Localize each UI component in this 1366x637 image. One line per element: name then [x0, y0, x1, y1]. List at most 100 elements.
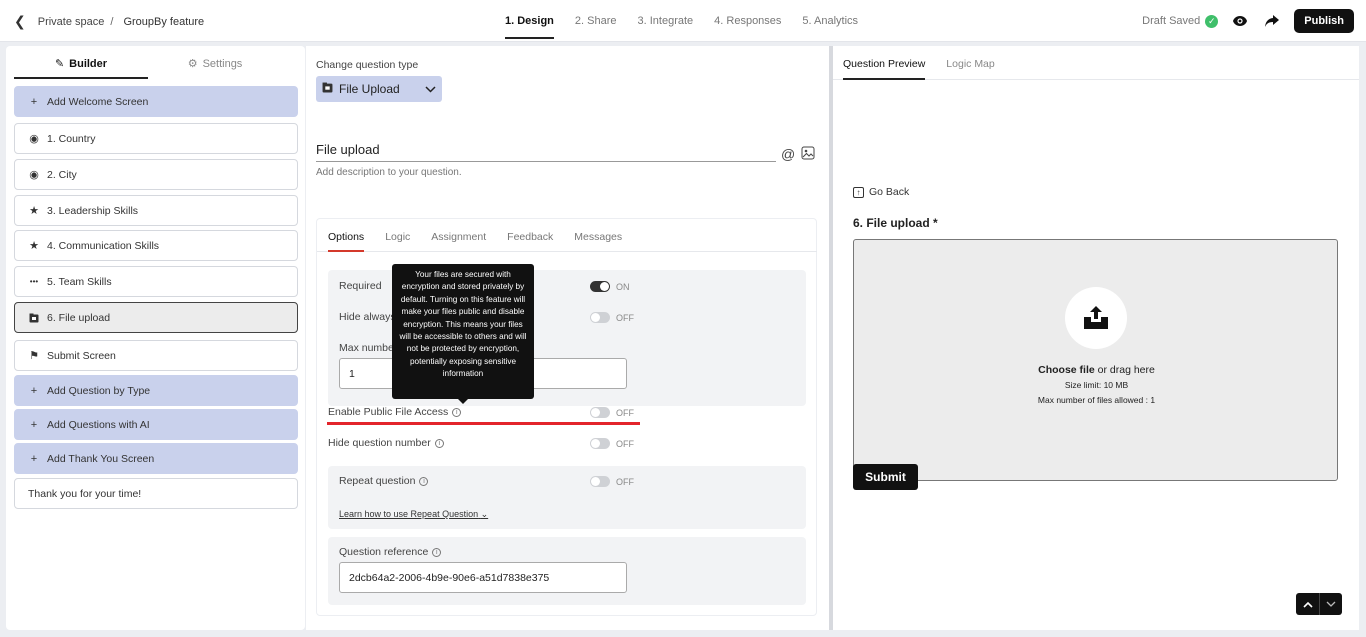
- add-by-type-label: Add Question by Type: [47, 384, 151, 397]
- hide-always-label-text: Hide always: [339, 311, 396, 323]
- question-title-input[interactable]: File upload: [316, 142, 776, 162]
- sidebar-item-label: 5. Team Skills: [47, 275, 112, 288]
- choose-file-line: Choose file or drag here: [854, 364, 1339, 376]
- sidebar-item-question-6[interactable]: 6. File upload: [14, 302, 298, 333]
- sidebar-item-question-4[interactable]: ★ 4. Communication Skills: [14, 230, 298, 261]
- gear-icon: ⚙: [187, 58, 198, 70]
- hide-always-toggle[interactable]: [590, 312, 610, 323]
- step-design[interactable]: 1. Design: [505, 0, 554, 42]
- step-share[interactable]: 2. Share: [575, 0, 617, 42]
- plus-icon: +: [30, 452, 38, 465]
- hide-number-state: OFF: [616, 439, 634, 449]
- info-icon[interactable]: i: [419, 476, 429, 486]
- add-questions-ai-button[interactable]: + Add Questions with AI: [14, 409, 298, 440]
- change-type-label: Change question type: [316, 59, 419, 71]
- info-icon[interactable]: i: [452, 407, 462, 417]
- sidebar-item-question-2[interactable]: ◉ 2. City: [14, 159, 298, 190]
- public-access-toggle[interactable]: [590, 407, 610, 418]
- breadcrumb-current: GroupBy feature: [123, 15, 205, 28]
- tab-question-preview[interactable]: Question Preview: [843, 46, 926, 80]
- repeat-toggle[interactable]: [590, 476, 610, 487]
- repeat-label: Repeat question i: [339, 475, 429, 487]
- question-description-input[interactable]: Add description to your question.: [316, 167, 462, 178]
- required-label: Required: [339, 280, 382, 292]
- sidebar-item-question-3[interactable]: ★ 3. Leadership Skills: [14, 195, 298, 226]
- add-thank-you-screen-button[interactable]: + Add Thank You Screen: [14, 443, 298, 474]
- question-type-value: File Upload: [339, 82, 400, 96]
- reference-input[interactable]: 2dcb64a2-2006-4b9e-90e6-a51d7838e375: [339, 562, 627, 593]
- tab-messages[interactable]: Messages: [574, 219, 622, 251]
- radio-icon: ◉: [29, 169, 39, 181]
- mention-at-icon[interactable]: @: [781, 146, 795, 163]
- add-with-ai-label: Add Questions with AI: [47, 418, 150, 431]
- preview-eye-icon[interactable]: [1230, 11, 1250, 31]
- chevron-down-icon[interactable]: [1319, 593, 1342, 615]
- editor-tabs: Options Logic Assignment Feedback Messag…: [317, 219, 817, 252]
- step-nav: 1. Design 2. Share 3. Integrate 4. Respo…: [505, 0, 879, 42]
- plus-icon: +: [30, 95, 38, 108]
- back-chevron-icon[interactable]: ❮: [14, 13, 26, 30]
- info-icon[interactable]: i: [434, 438, 444, 448]
- upload-icon: [1065, 287, 1127, 349]
- star-icon: ★: [29, 240, 39, 252]
- file-drop-zone[interactable]: Choose file or drag here Size limit: 10 …: [853, 239, 1338, 481]
- draft-status-text: Draft Saved: [1142, 15, 1201, 27]
- public-access-label: Enable Public File Access i: [328, 406, 462, 418]
- breadcrumb-separator: /: [110, 15, 114, 28]
- plus-icon: +: [30, 384, 38, 397]
- tab-logic-map[interactable]: Logic Map: [946, 46, 994, 79]
- draft-status: Draft Saved ✓: [1142, 14, 1219, 28]
- preview-tabs: Question Preview Logic Map: [833, 46, 1359, 80]
- repeat-learn-link[interactable]: Learn how to use Repeat Question ⌄: [339, 509, 488, 520]
- tab-options[interactable]: Options: [328, 219, 365, 252]
- max-number-label-text: Max number: [339, 342, 398, 354]
- breadcrumb-parent[interactable]: Private space: [38, 16, 105, 28]
- required-toggle[interactable]: [590, 281, 610, 292]
- tab-settings[interactable]: ⚙ Settings: [148, 54, 282, 79]
- question-type-select[interactable]: File Upload: [316, 76, 442, 102]
- submit-button[interactable]: Submit: [853, 464, 918, 490]
- plus-icon: +: [30, 418, 38, 431]
- sidebar-item-question-1[interactable]: ◉ 1. Country: [14, 123, 298, 154]
- header-actions: Draft Saved ✓ Publish: [1142, 9, 1354, 33]
- step-integrate[interactable]: 3. Integrate: [638, 0, 694, 42]
- publish-button[interactable]: Publish: [1294, 9, 1354, 33]
- sidebar-item-submit-screen[interactable]: ⚑ Submit Screen: [14, 340, 298, 371]
- edit-icon: ✎: [54, 58, 65, 70]
- chevron-up-icon[interactable]: [1296, 593, 1319, 615]
- hide-always-label: Hide always: [339, 311, 396, 323]
- size-limit-text: Size limit: 10 MB: [1064, 380, 1129, 390]
- go-back-button[interactable]: ↑ Go Back: [853, 186, 909, 198]
- radio-icon: ◉: [29, 133, 39, 145]
- sidebar-item-label: Submit Screen: [47, 349, 116, 362]
- tab-logic[interactable]: Logic: [385, 219, 410, 251]
- choose-file-link[interactable]: Choose file: [1038, 364, 1095, 376]
- sidebar-item-thank-you[interactable]: Thank you for your time!: [14, 478, 298, 509]
- sidebar-item-label: 6. File upload: [47, 311, 111, 324]
- hide-number-label-text: Hide question number: [328, 437, 431, 449]
- tab-feedback[interactable]: Feedback: [507, 219, 553, 251]
- preview-question-title: 6. File upload *: [853, 216, 938, 230]
- add-welcome-screen-button[interactable]: + Add Welcome Screen: [14, 86, 298, 117]
- chevron-down-icon: ⌄: [480, 509, 489, 519]
- share-arrow-icon[interactable]: [1262, 11, 1282, 31]
- check-circle-icon: ✓: [1205, 14, 1219, 28]
- breadcrumb: ❮ Private space / GroupBy feature: [14, 13, 204, 30]
- step-responses[interactable]: 4. Responses: [714, 0, 781, 42]
- tab-builder[interactable]: ✎ Builder: [14, 54, 148, 79]
- drag-text: or drag here: [1094, 364, 1155, 376]
- add-question-by-type-button[interactable]: + Add Question by Type: [14, 375, 298, 406]
- question-nav: [1296, 593, 1342, 615]
- step-analytics[interactable]: 5. Analytics: [802, 0, 858, 42]
- highlight-underline: [327, 422, 640, 425]
- options-group-reference: Question reference i 2dcb64a2-2006-4b9e-…: [328, 537, 806, 605]
- image-icon[interactable]: [801, 146, 815, 163]
- tab-assignment[interactable]: Assignment: [431, 219, 486, 251]
- sidebar-item-question-5[interactable]: ••• 5. Team Skills: [14, 266, 298, 297]
- info-icon[interactable]: i: [432, 547, 442, 557]
- preview-panel: Question Preview Logic Map ↑ Go Back 6. …: [833, 46, 1359, 630]
- go-back-label: Go Back: [869, 186, 910, 198]
- max-number-label: Max number: [339, 342, 397, 354]
- arrow-up-icon: ↑: [853, 186, 864, 198]
- hide-number-toggle[interactable]: [590, 438, 610, 449]
